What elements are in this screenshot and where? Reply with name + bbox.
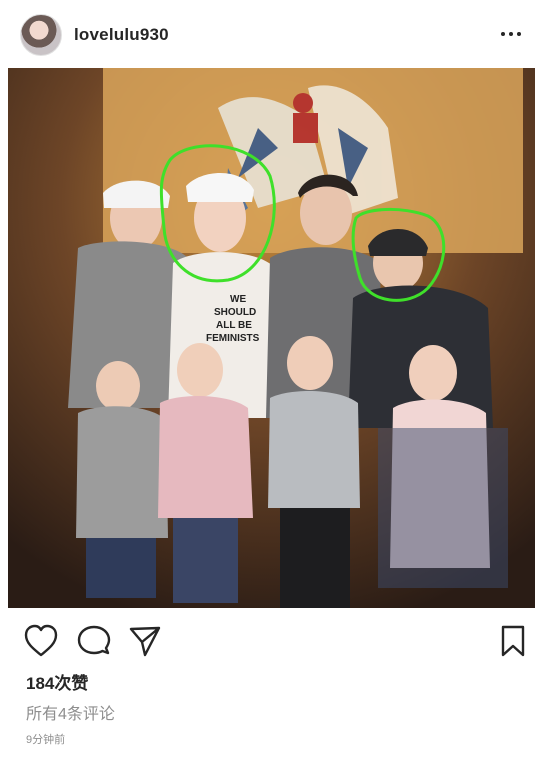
more-horizontal-icon[interactable] [501,24,525,44]
shirt-text-line-1: WE [230,294,246,305]
photo-illustration: WE SHOULD ALL BE FEMINISTS [8,68,535,608]
shirt-text-line-3: ALL BE [216,320,252,331]
likes-count[interactable]: 184次赞 [26,669,88,694]
avatar[interactable] [20,14,62,56]
username[interactable]: lovelulu930 [74,25,169,45]
view-comments-link[interactable]: 所有4条评论 [26,700,115,724]
post-photo[interactable]: WE SHOULD ALL BE FEMINISTS [8,68,535,608]
comment-icon[interactable] [77,624,111,658]
shirt-text-line-4: FEMINISTS [206,333,260,344]
shirt-text-line-2: SHOULD [214,307,256,318]
post-header: lovelulu930 [0,0,543,68]
heart-icon[interactable] [23,624,59,658]
share-icon[interactable] [128,624,162,658]
action-bar [0,620,543,660]
post-timestamp: 9分钟前 [26,734,66,746]
bookmark-icon[interactable] [500,624,526,658]
